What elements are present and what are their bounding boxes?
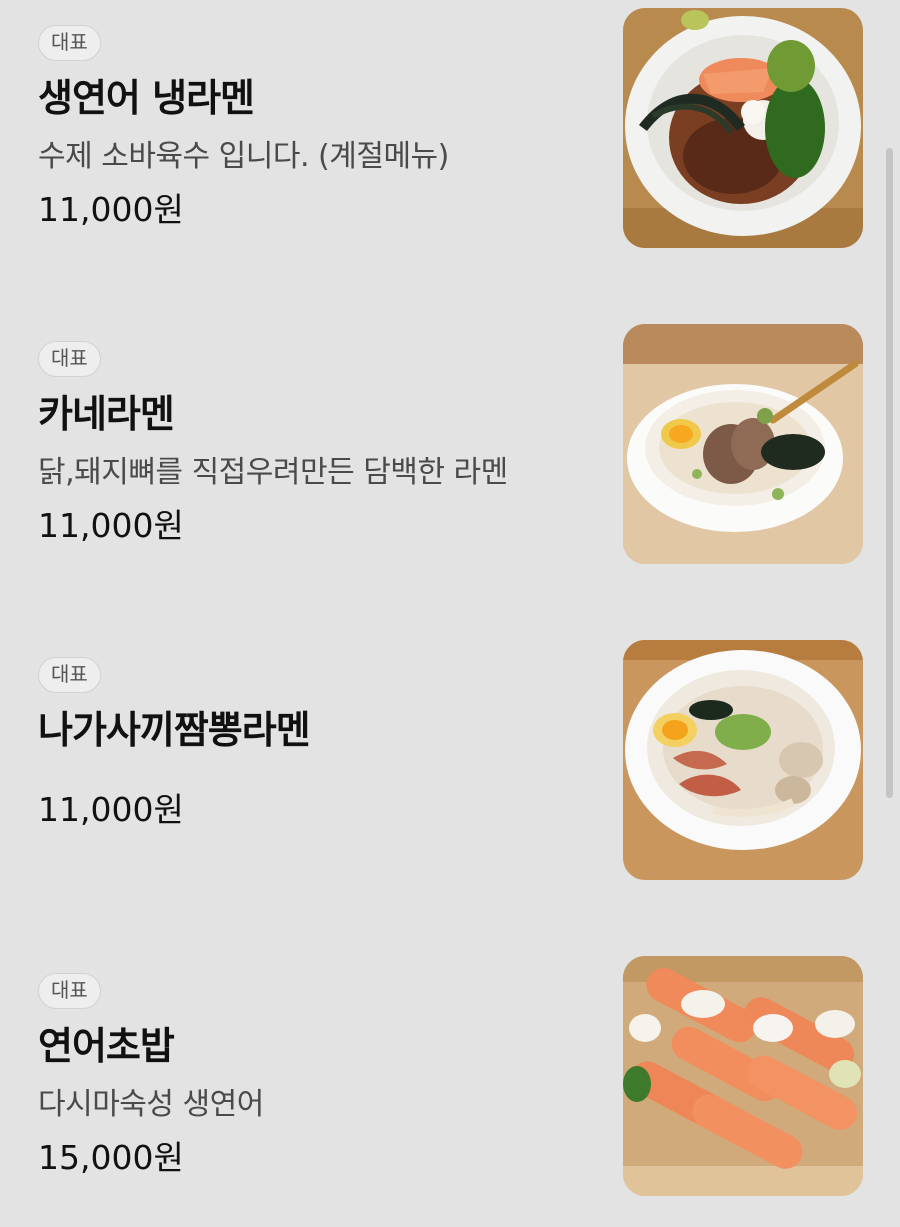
signature-badge: 대표 [38,657,101,693]
signature-badge: 대표 [38,973,101,1009]
menu-item[interactable]: 대표 연어초밥 다시마숙성 생연어 15,000원 [0,956,870,1196]
menu-item-name: 카네라멘 [38,392,175,436]
menu-item-name: 생연어 냉라멘 [38,76,255,120]
menu-item[interactable]: 대표 생연어 냉라멘 수제 소바육수 입니다. (계절메뉴) 11,000원 [0,8,870,248]
menu-item[interactable]: 대표 카네라멘 닭,돼지뼈를 직접우려만든 담백한 라멘 11,000원 [0,324,870,564]
menu-item-photo-kane-ramen[interactable] [623,324,863,564]
menu-item-description: 다시마숙성 생연어 [38,1087,264,1122]
menu-item-price: 11,000원 [38,190,184,229]
menu-item-description: 수제 소바육수 입니다. (계절메뉴) [38,139,449,174]
menu-item-description: 닭,돼지뼈를 직접우려만든 담백한 라멘 [38,455,508,490]
menu-item-name: 나가사끼짬뽕라멘 [38,708,311,752]
scrollbar-thumb[interactable] [886,148,893,798]
menu-item-price: 11,000원 [38,790,184,829]
menu-list: 대표 생연어 냉라멘 수제 소바육수 입니다. (계절메뉴) 11,000원 대… [0,0,900,1227]
signature-badge: 대표 [38,341,101,377]
menu-item-photo-nagasaki-jjamppong-ramen[interactable] [623,640,863,880]
signature-badge: 대표 [38,25,101,61]
menu-item[interactable]: 대표 나가사끼짬뽕라멘 11,000원 [0,640,870,880]
menu-item-price: 11,000원 [38,506,184,545]
menu-item-photo-cold-salmon-ramen[interactable] [623,8,863,248]
menu-item-photo-salmon-sushi[interactable] [623,956,863,1196]
menu-item-name: 연어초밥 [38,1024,175,1068]
menu-item-price: 15,000원 [38,1138,184,1177]
